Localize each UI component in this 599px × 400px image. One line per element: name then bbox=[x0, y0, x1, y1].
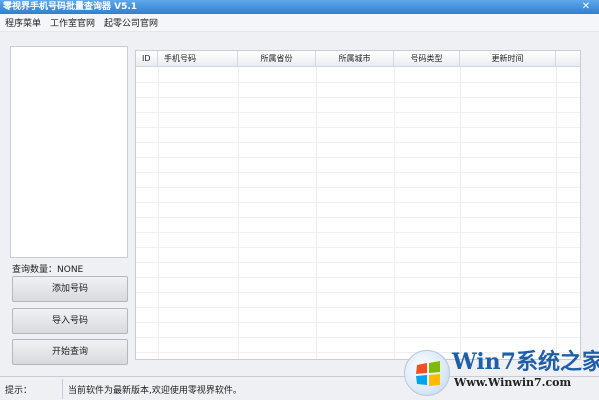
column-header-number-type[interactable]: 号码类型 bbox=[394, 51, 460, 67]
column-divider bbox=[316, 67, 317, 359]
status-divider bbox=[62, 379, 63, 399]
watermark-title: Win7系统之家 bbox=[452, 349, 599, 375]
start-query-button[interactable]: 开始查询 bbox=[12, 339, 128, 365]
watermark-url: Www.Winwin7.com bbox=[454, 376, 572, 389]
table-row-line bbox=[136, 277, 580, 278]
table-header: ID 手机号码 所属省份 所属城市 号码类型 更新时间 bbox=[136, 51, 580, 67]
column-divider bbox=[460, 67, 461, 359]
column-divider bbox=[158, 67, 159, 359]
table-row-line bbox=[136, 142, 580, 143]
number-list[interactable] bbox=[10, 46, 128, 258]
results-table[interactable]: ID 手机号码 所属省份 所属城市 号码类型 更新时间 bbox=[135, 50, 581, 360]
windows-logo-icon bbox=[404, 350, 450, 396]
table-row-line bbox=[136, 232, 580, 233]
menu-item-company-site[interactable]: 起零公司官网 bbox=[104, 16, 158, 29]
query-count-label: 查询数量：NONE bbox=[12, 265, 84, 275]
table-row-line bbox=[136, 307, 580, 308]
column-divider bbox=[238, 67, 239, 359]
table-row-line bbox=[136, 82, 580, 83]
watermark: Win7系统之家 Www.Winwin7.com bbox=[404, 342, 599, 400]
table-row-line bbox=[136, 127, 580, 128]
title-bar: 零视界手机号码批量查询器 V5.1 ✕ bbox=[0, 0, 599, 14]
menu-item-studio-site[interactable]: 工作室官网 bbox=[50, 16, 95, 29]
column-header-province[interactable]: 所属省份 bbox=[238, 51, 316, 67]
table-row-line bbox=[136, 292, 580, 293]
menu-item-program[interactable]: 程序菜单 bbox=[5, 16, 41, 29]
close-icon[interactable]: ✕ bbox=[579, 0, 593, 14]
table-row-line bbox=[136, 187, 580, 188]
table-row-line bbox=[136, 202, 580, 203]
table-row-line bbox=[136, 112, 580, 113]
table-row-line bbox=[136, 262, 580, 263]
add-number-button[interactable]: 添加号码 bbox=[12, 276, 128, 302]
column-header-id[interactable]: ID bbox=[136, 51, 158, 67]
column-divider bbox=[394, 67, 395, 359]
table-row-line bbox=[136, 247, 580, 248]
column-header-update-time[interactable]: 更新时间 bbox=[460, 51, 556, 67]
import-number-button[interactable]: 导入号码 bbox=[12, 308, 128, 334]
table-row-line bbox=[136, 97, 580, 98]
window-title: 零视界手机号码批量查询器 V5.1 bbox=[3, 2, 138, 12]
column-divider bbox=[556, 67, 557, 359]
table-row-line bbox=[136, 157, 580, 158]
table-row-line bbox=[136, 217, 580, 218]
column-header-city[interactable]: 所属城市 bbox=[316, 51, 394, 67]
table-row-line bbox=[136, 322, 580, 323]
main-panel: 查询数量：NONE 添加号码 导入号码 开始查询 ID 手机号码 所属省份 所属… bbox=[0, 32, 599, 376]
status-message: 当前软件为最新版本,欢迎使用零视界软件。 bbox=[68, 386, 242, 396]
table-row-line bbox=[136, 337, 580, 338]
menu-bar: 程序菜单 工作室官网 起零公司官网 bbox=[0, 14, 599, 32]
table-row-line bbox=[136, 172, 580, 173]
column-header-phone[interactable]: 手机号码 bbox=[158, 51, 238, 67]
status-label: 提示： bbox=[5, 386, 33, 396]
